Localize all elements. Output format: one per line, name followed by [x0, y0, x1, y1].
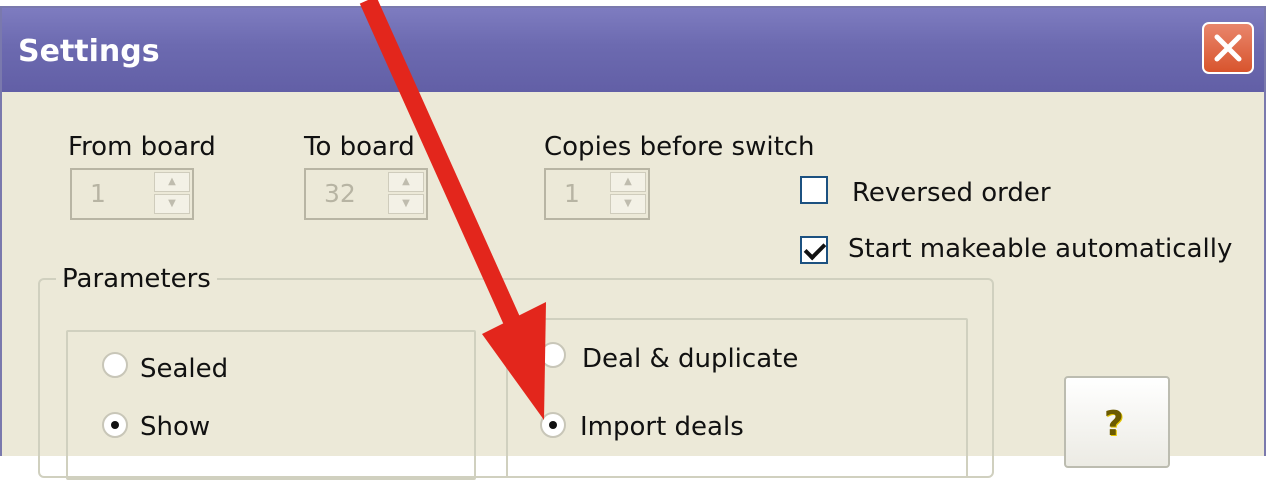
to-board-spinner[interactable]: 32 ▲ ▼ — [304, 168, 428, 220]
title-bar[interactable]: Settings — [2, 8, 1264, 92]
window-title: Settings — [18, 34, 160, 69]
from-board-down-arrow[interactable]: ▼ — [154, 194, 190, 214]
sealed-radio[interactable] — [102, 352, 128, 378]
show-radio[interactable] — [102, 412, 128, 438]
copies-before-switch-spinner[interactable]: 1 ▲ ▼ — [544, 168, 650, 220]
to-board-down-arrow[interactable]: ▼ — [388, 194, 424, 214]
to-board-label: To board — [304, 132, 415, 162]
from-board-up-arrow[interactable]: ▲ — [154, 172, 190, 192]
from-board-value: 1 — [90, 179, 106, 208]
source-subgroup — [506, 318, 968, 478]
from-board-label: From board — [68, 132, 216, 162]
close-icon — [1214, 34, 1242, 62]
deal-duplicate-label[interactable]: Deal & duplicate — [582, 344, 798, 374]
copies-before-switch-value: 1 — [564, 179, 580, 208]
copies-before-switch-label: Copies before switch — [544, 132, 815, 162]
from-board-spinner[interactable]: 1 ▲ ▼ — [70, 168, 194, 220]
import-deals-label[interactable]: Import deals — [580, 412, 744, 442]
parameters-group-label: Parameters — [56, 264, 217, 294]
to-board-value: 32 — [324, 179, 356, 208]
show-label[interactable]: Show — [140, 412, 210, 442]
start-makeable-checkbox[interactable] — [800, 236, 828, 264]
close-button[interactable] — [1202, 22, 1254, 74]
sealed-label[interactable]: Sealed — [140, 354, 228, 384]
start-makeable-label[interactable]: Start makeable automatically — [848, 234, 1232, 264]
copies-down-arrow[interactable]: ▼ — [610, 194, 646, 214]
settings-dialog: Settings From board 1 ▲ ▼ To board 32 ▲ … — [0, 6, 1266, 480]
help-button[interactable]: ? — [1064, 376, 1170, 468]
to-board-up-arrow[interactable]: ▲ — [388, 172, 424, 192]
reversed-order-label[interactable]: Reversed order — [852, 178, 1051, 208]
reversed-order-checkbox[interactable] — [800, 176, 828, 204]
copies-up-arrow[interactable]: ▲ — [610, 172, 646, 192]
import-deals-radio[interactable] — [540, 412, 566, 438]
deal-duplicate-radio[interactable] — [540, 342, 566, 368]
visibility-subgroup — [66, 330, 476, 480]
question-mark-icon: ? — [1104, 404, 1124, 444]
